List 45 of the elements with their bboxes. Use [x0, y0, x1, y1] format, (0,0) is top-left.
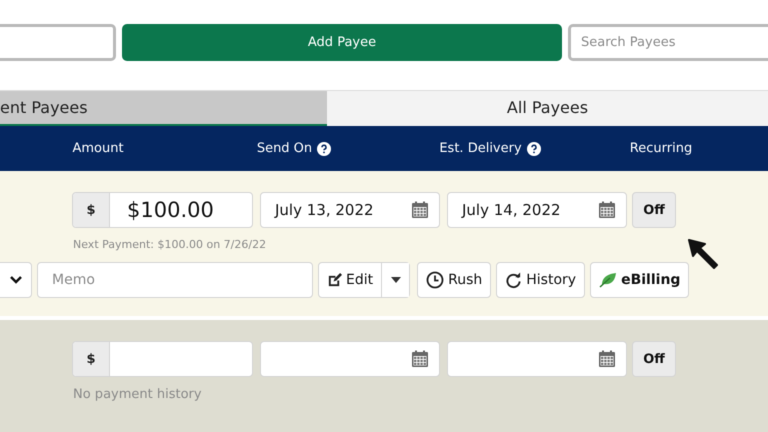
- column-header: Send On: [256, 141, 312, 156]
- search-field[interactable]: Search Payees: [568, 24, 768, 61]
- recurring-toggle[interactable]: Off: [632, 192, 676, 228]
- rush-button[interactable]: Rush: [417, 262, 492, 298]
- currency-label: $: [73, 193, 110, 227]
- refresh-icon: [505, 272, 522, 288]
- history-button[interactable]: History: [496, 262, 586, 298]
- cursor-icon: [686, 237, 720, 271]
- clock-icon: [426, 271, 444, 289]
- help-icon[interactable]: [317, 142, 332, 156]
- recurring-toggle[interactable]: Off: [632, 341, 676, 377]
- tab[interactable]: ent Payees: [0, 90, 327, 126]
- edit-split-button[interactable]: Edit: [318, 262, 410, 298]
- date-value: July 14, 2022: [462, 201, 561, 219]
- edit-button[interactable]: Edit: [319, 263, 382, 297]
- dropdown-button[interactable]: [381, 263, 410, 297]
- leaf-icon: [599, 272, 618, 288]
- calendar-icon[interactable]: [411, 350, 429, 368]
- date-field[interactable]: [447, 341, 627, 377]
- date-field[interactable]: July 14, 2022: [447, 192, 627, 228]
- chevron-icon: [8, 275, 22, 285]
- column-header: Est. Delivery: [439, 141, 522, 156]
- column-header: Amount: [72, 141, 124, 156]
- currency-label: $: [73, 342, 110, 376]
- column-header: Recurring: [630, 141, 692, 156]
- date-value: July 13, 2022: [275, 201, 374, 219]
- help-icon[interactable]: [526, 142, 541, 156]
- payment-note: Next Payment: $100.00 on 7/26/22: [72, 237, 268, 251]
- input-field[interactable]: [0, 24, 116, 61]
- caret-icon: [390, 277, 401, 283]
- calendar-icon[interactable]: [411, 201, 429, 219]
- payee-dropdown[interactable]: [0, 262, 32, 298]
- payment-note: No payment history: [72, 386, 203, 402]
- tab[interactable]: All Payees: [327, 90, 768, 126]
- date-field[interactable]: [260, 341, 440, 377]
- ebilling-button[interactable]: eBilling: [590, 262, 690, 298]
- calendar-icon[interactable]: [598, 201, 616, 219]
- amount-field[interactable]: $: [72, 341, 253, 377]
- memo-field[interactable]: Memo: [37, 262, 313, 298]
- amount-field[interactable]: $ $100.00: [72, 192, 253, 228]
- edit-icon: [327, 272, 342, 288]
- add-payee-button[interactable]: Add Payee: [122, 24, 562, 61]
- date-field[interactable]: July 13, 2022: [260, 192, 440, 228]
- calendar-icon[interactable]: [598, 350, 616, 368]
- amount-value: $100.00: [126, 197, 214, 224]
